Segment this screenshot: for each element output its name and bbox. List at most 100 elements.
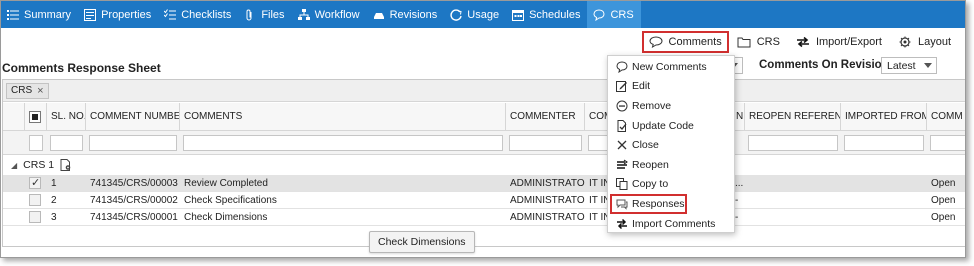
row-checkbox[interactable] xyxy=(29,211,41,223)
filter-input-comm[interactable] xyxy=(930,135,965,151)
column-header-imported-from[interactable]: IMPORTED FROM xyxy=(841,103,927,130)
filter-input-reopen-reference[interactable] xyxy=(748,135,838,151)
workflow-icon xyxy=(297,8,310,21)
revisions-select[interactable]: Latest xyxy=(881,57,937,74)
group-by-bar: CRS × xyxy=(3,80,965,102)
table-row[interactable]: 3 741345/CRS/00001 Check Dimensions ADMI… xyxy=(3,209,965,226)
cell-status: Open xyxy=(931,211,956,223)
menu-item-label: Copy to xyxy=(632,178,669,191)
nav-tab-workflow[interactable]: Workflow xyxy=(292,1,367,28)
list-icon xyxy=(7,9,19,21)
comments-button[interactable]: Comments xyxy=(641,31,729,53)
revisions-icon xyxy=(373,9,385,21)
cell-n: - xyxy=(735,211,739,223)
reopen-icon xyxy=(617,159,628,169)
cell-status: Open xyxy=(931,177,956,189)
cell-commenter: ADMINISTRATOR xyxy=(510,211,585,223)
cell-n: - xyxy=(735,194,739,206)
expand-column-header xyxy=(3,103,25,130)
menu-item-import-comments[interactable]: Import Comments xyxy=(608,214,734,234)
menu-item-edit[interactable]: Edit xyxy=(608,77,734,97)
import-icon xyxy=(617,218,627,229)
responses-icon xyxy=(616,199,628,210)
cell-commenter: ADMINISTRATOR xyxy=(510,194,585,206)
group-chip-crs[interactable]: CRS × xyxy=(6,82,49,99)
nav-tab-label: Checklists xyxy=(181,8,232,21)
select-all-checkbox[interactable] xyxy=(29,111,41,123)
layout-button[interactable]: Layout xyxy=(890,31,959,53)
nav-tab-checklists[interactable]: Checklists xyxy=(158,1,238,28)
document-settings-icon xyxy=(60,159,72,171)
filter-input-commenter[interactable] xyxy=(509,135,582,151)
menu-item-remove[interactable]: Remove xyxy=(608,96,734,116)
top-nav-bar: Summary Properties Checklists Files Work… xyxy=(1,1,965,28)
import-export-button[interactable]: Import/Export xyxy=(788,31,890,53)
cell-comment: Check Specifications xyxy=(184,194,277,206)
select-all-header[interactable] xyxy=(25,103,47,130)
menu-item-reopen[interactable]: Reopen xyxy=(608,155,734,175)
menu-item-new-comments[interactable]: New Comments xyxy=(608,57,734,77)
menu-item-responses[interactable]: Responses xyxy=(610,194,687,214)
cell-com: IT IN xyxy=(589,177,609,189)
group-row-label: CRS 1 xyxy=(23,159,55,171)
folder-icon xyxy=(737,37,751,48)
import-export-label: Import/Export xyxy=(815,36,882,48)
row-checkbox[interactable] xyxy=(29,176,41,189)
crs-button[interactable]: CRS xyxy=(729,31,788,53)
nav-tab-schedules[interactable]: Schedules xyxy=(506,1,587,28)
column-header-comm[interactable]: COMM xyxy=(927,103,965,130)
cell-comment-number: 741345/CRS/00001 xyxy=(90,211,178,223)
revisions-select-value: Latest xyxy=(887,59,916,72)
edit-icon xyxy=(616,81,627,93)
cell-n: ... xyxy=(735,177,744,189)
filter-input-com[interactable] xyxy=(588,135,608,151)
column-header-n[interactable]: N xyxy=(735,103,745,130)
menu-item-copy-to[interactable]: Copy to xyxy=(608,175,734,195)
nav-tab-usage[interactable]: Usage xyxy=(444,1,506,28)
filter-input-comment-number[interactable] xyxy=(89,135,177,151)
nav-tab-label: Properties xyxy=(101,8,152,21)
menu-item-label: Reopen xyxy=(632,158,669,171)
nav-tab-summary[interactable]: Summary xyxy=(1,1,78,28)
column-header-comments[interactable]: COMMENTS xyxy=(180,103,506,130)
nav-tab-properties[interactable]: Properties xyxy=(78,1,158,28)
layout-button-label: Layout xyxy=(917,36,951,48)
revisions-label: Comments On Revisions: xyxy=(759,59,899,71)
cell-sl-no: 2 xyxy=(51,194,57,206)
app-window: Summary Properties Checklists Files Work… xyxy=(0,0,966,258)
filter-input-imported-from[interactable] xyxy=(844,135,924,151)
comments-grid: CRS × SL. NO. COMMENT NUMBER COMMENTS CO… xyxy=(2,79,965,247)
filter-input-comments[interactable] xyxy=(183,135,503,151)
group-row-crs-1[interactable]: ◢ CRS 1 xyxy=(3,155,965,175)
column-header-commenter[interactable]: COMMENTER xyxy=(506,103,585,130)
filter-input-sl-no[interactable] xyxy=(50,135,83,151)
tooltip-check-dimensions: Check Dimensions xyxy=(369,231,475,253)
nav-tab-revisions[interactable]: Revisions xyxy=(367,1,445,28)
filter-input-select[interactable] xyxy=(29,135,43,151)
menu-item-close[interactable]: Close xyxy=(608,135,734,155)
paperclip-icon xyxy=(244,9,256,21)
menu-item-label: Close xyxy=(632,139,659,152)
menu-item-update-code[interactable]: Update Code xyxy=(608,116,734,136)
grid-header: SL. NO. COMMENT NUMBER COMMENTS COMMENTE… xyxy=(3,103,965,131)
nav-tab-label: Files xyxy=(261,8,285,21)
page-title: Comments Response Sheet xyxy=(2,61,161,75)
column-header-reopen-reference[interactable]: REOPEN REFERENCE... xyxy=(745,103,841,130)
collapse-triangle-icon[interactable]: ◢ xyxy=(11,161,17,170)
close-icon[interactable]: × xyxy=(37,85,43,97)
nav-tab-files[interactable]: Files xyxy=(238,1,291,28)
table-row[interactable]: 1 741345/CRS/00003 Review Completed ADMI… xyxy=(3,175,965,192)
table-row[interactable]: 2 741345/CRS/00002 Check Specifications … xyxy=(3,192,965,209)
cell-status: Open xyxy=(931,194,956,206)
update-code-icon xyxy=(617,119,627,132)
nav-tab-crs[interactable]: CRS xyxy=(587,1,641,28)
comment-icon xyxy=(593,8,605,21)
comments-button-label: Comments xyxy=(668,36,722,48)
cell-comment: Check Dimensions xyxy=(184,211,268,223)
calendar-icon xyxy=(512,9,525,21)
row-checkbox[interactable] xyxy=(29,194,41,206)
cell-commenter: ADMINISTRATOR xyxy=(510,177,585,189)
group-chip-label: CRS xyxy=(11,85,33,96)
column-header-comment-number[interactable]: COMMENT NUMBER xyxy=(86,103,180,130)
column-header-sl-no[interactable]: SL. NO. xyxy=(47,103,86,130)
